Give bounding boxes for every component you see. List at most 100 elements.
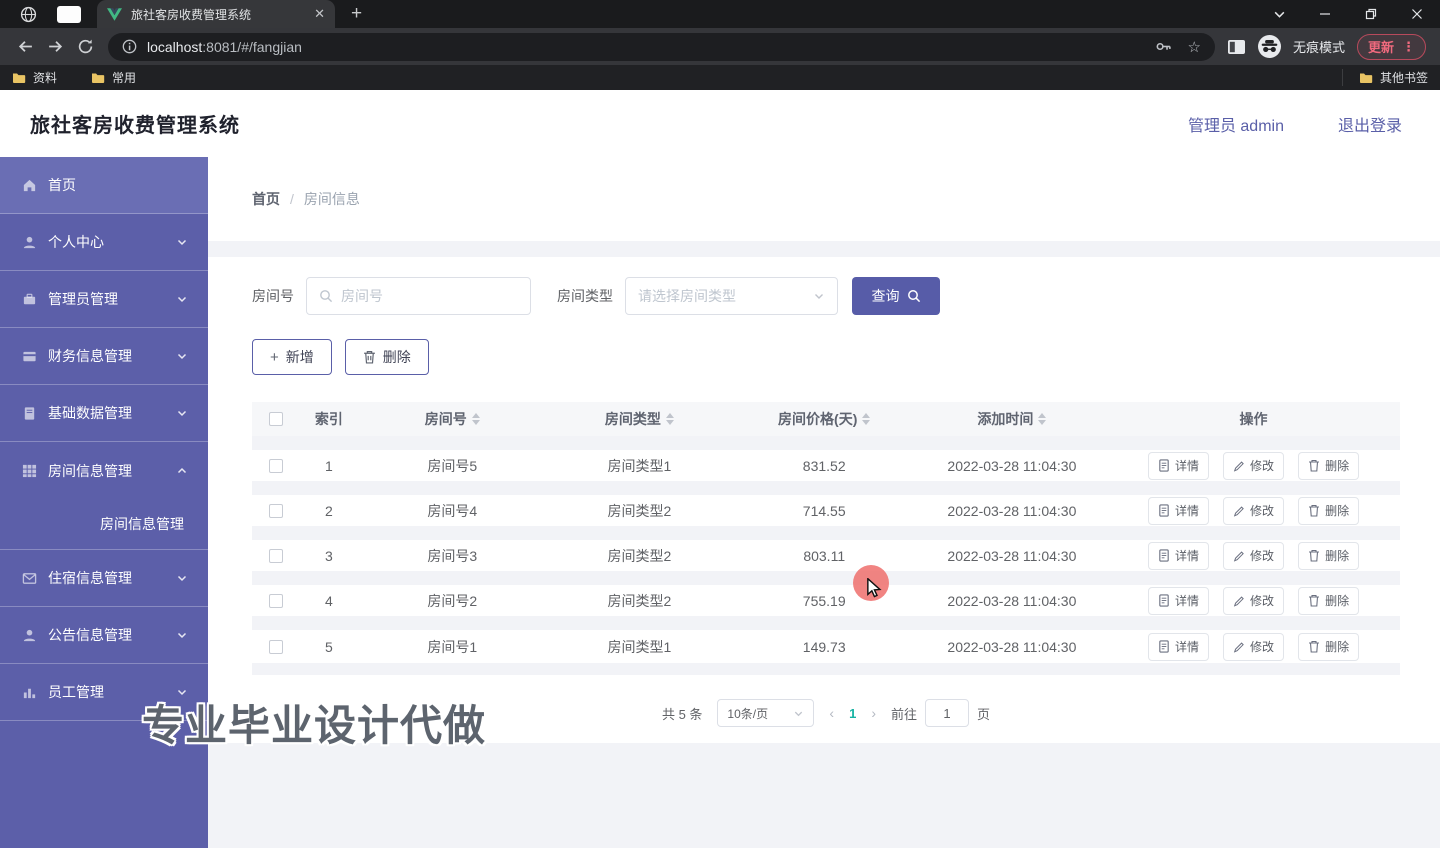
column-header-1[interactable]: 房间号 <box>358 409 547 429</box>
add-button[interactable]: + 新增 <box>252 339 332 375</box>
cell-actions: 详情 修改 删除 <box>1107 586 1400 615</box>
row-checkbox[interactable] <box>269 639 284 654</box>
sort-caret-icon[interactable] <box>665 413 674 425</box>
table-header-row: 索引 房间号 房间类型 房间价格(天) 添加时间 操作 <box>252 402 1400 450</box>
row-删除-button[interactable]: 删除 <box>1298 541 1360 570</box>
sidebar-subitem-5-0[interactable]: 房间信息管理 <box>0 499 208 550</box>
forward-icon[interactable] <box>40 32 70 62</box>
cell-room: 房间号1 <box>427 638 478 655</box>
active-tab[interactable]: 旅社客房收费管理系统 ✕ <box>97 0 335 28</box>
pinned-tab-thumbnail[interactable] <box>57 5 81 23</box>
room-type-select[interactable]: 请选择房间类型 <box>625 277 838 315</box>
row-详情-button[interactable]: 详情 <box>1148 496 1210 525</box>
row-详情-button[interactable]: 详情 <box>1148 586 1210 615</box>
watermark-text: 专业毕业设计代做 <box>142 702 487 749</box>
tab-close-icon[interactable]: ✕ <box>314 6 325 22</box>
row-修改-button[interactable]: 修改 <box>1223 632 1285 661</box>
briefcase-icon <box>22 292 38 307</box>
kebab-menu-icon[interactable]: ⋮ <box>1402 39 1415 55</box>
window-restore-button[interactable] <box>1348 0 1394 28</box>
window-close-button[interactable] <box>1394 0 1440 28</box>
row-修改-button[interactable]: 修改 <box>1223 541 1285 570</box>
cell-type: 房间类型2 <box>607 502 672 519</box>
sidebar-item-3[interactable]: 财务信息管理 <box>0 328 208 385</box>
search-icon <box>319 289 333 303</box>
back-icon[interactable] <box>10 32 40 62</box>
select-all-checkbox[interactable] <box>269 412 284 426</box>
sidebar-item-5[interactable]: 房间信息管理 <box>0 442 208 499</box>
total-count: 共 5 条 <box>661 706 703 722</box>
sidebar-item-7[interactable]: 公告信息管理 <box>0 607 208 664</box>
reload-icon[interactable] <box>70 32 100 62</box>
sort-caret-icon[interactable] <box>1038 413 1047 425</box>
edit-icon <box>1233 641 1245 653</box>
cell-price: 714.55 <box>802 502 846 519</box>
update-button[interactable]: 更新 ⋮ <box>1356 33 1426 60</box>
column-header-2[interactable]: 房间类型 <box>547 409 732 429</box>
notebook-icon <box>22 406 38 421</box>
sort-caret-icon[interactable] <box>862 413 871 425</box>
row-checkbox[interactable] <box>269 503 284 518</box>
next-page-button[interactable]: › <box>871 705 876 721</box>
other-bookmarks[interactable]: 其他书签 <box>1341 69 1428 86</box>
filter-row: 房间号 房间号 房间类型 请选择房间类型 查询 <box>252 277 1400 315</box>
row-删除-button[interactable]: 删除 <box>1298 632 1360 661</box>
delete-button[interactable]: 删除 <box>344 339 429 375</box>
sidebar-item-1[interactable]: 个人中心 <box>0 214 208 271</box>
window-chevron-icon[interactable] <box>1256 0 1302 28</box>
sidebar-item-label: 管理员管理 <box>48 291 118 307</box>
chevron-down-icon <box>176 629 188 641</box>
new-tab-button[interactable]: + <box>351 3 362 25</box>
row-详情-button[interactable]: 详情 <box>1148 632 1210 661</box>
column-header-0: 索引 <box>314 411 343 427</box>
sidebar-item-4[interactable]: 基础数据管理 <box>0 385 208 442</box>
sidebar-item-2[interactable]: 管理员管理 <box>0 271 208 328</box>
vue-logo-icon <box>107 7 122 21</box>
row-checkbox[interactable] <box>269 458 284 473</box>
page-size-select[interactable]: 10条/页 <box>717 699 815 727</box>
goto-label: 前往 <box>891 706 918 722</box>
row-删除-button[interactable]: 删除 <box>1298 586 1360 615</box>
bank-card-icon <box>22 349 38 364</box>
current-page[interactable]: 1 <box>849 706 856 721</box>
bookmark-folder-1[interactable]: 资料 <box>12 69 57 86</box>
sidebar-item-0[interactable]: 首页 <box>0 157 208 214</box>
row-checkbox[interactable] <box>269 593 284 608</box>
window-minimize-button[interactable] <box>1302 0 1348 28</box>
app-header: 旅社客房收费管理系统 管理员 admin 退出登录 <box>0 90 1440 157</box>
search-button[interactable]: 查询 <box>852 277 940 315</box>
row-详情-button[interactable]: 详情 <box>1148 541 1210 570</box>
sort-caret-icon[interactable] <box>471 413 480 425</box>
magnifier-icon <box>907 289 921 303</box>
cell-type: 房间类型1 <box>607 638 672 655</box>
prev-page-button[interactable]: ‹ <box>829 705 834 721</box>
row-修改-button[interactable]: 修改 <box>1223 451 1285 480</box>
column-header-4[interactable]: 添加时间 <box>917 409 1108 429</box>
breadcrumb-home[interactable]: 首页 <box>252 189 280 209</box>
side-panel-icon[interactable] <box>1227 39 1246 55</box>
cell-price: 831.52 <box>802 457 846 474</box>
room-number-input[interactable]: 房间号 <box>306 277 531 315</box>
browser-profile-globe-icon[interactable] <box>20 6 37 23</box>
column-header-3[interactable]: 房间价格(天) <box>732 409 917 429</box>
sidebar-item-6[interactable]: 住宿信息管理 <box>0 550 208 607</box>
goto-page-input[interactable] <box>925 699 970 727</box>
bookmarks-bar: 资料 常用 其他书签 <box>0 65 1440 90</box>
row-详情-button[interactable]: 详情 <box>1148 451 1210 480</box>
envelope-icon <box>22 571 38 586</box>
bookmark-star-icon[interactable]: ☆ <box>1188 38 1201 56</box>
row-删除-button[interactable]: 删除 <box>1298 496 1360 525</box>
row-修改-button[interactable]: 修改 <box>1223 586 1285 615</box>
site-info-icon[interactable] <box>122 39 137 54</box>
rooms-table: 索引 房间号 房间类型 房间价格(天) 添加时间 操作 1 房间号5 房间类型1 831.52 2… <box>252 402 1400 675</box>
cell-time: 2022-03-28 11:04:30 <box>947 638 1077 655</box>
row-修改-button[interactable]: 修改 <box>1223 496 1285 525</box>
password-key-icon[interactable] <box>1155 38 1172 55</box>
row-checkbox[interactable] <box>269 548 284 563</box>
address-bar[interactable]: localhost:8081/#/fangjian ☆ <box>108 32 1215 61</box>
logout-link[interactable]: 退出登录 <box>1338 112 1402 136</box>
trash-icon <box>1308 459 1320 472</box>
row-删除-button[interactable]: 删除 <box>1298 451 1360 480</box>
sidebar-item-label: 房间信息管理 <box>48 462 132 479</box>
bookmark-folder-2[interactable]: 常用 <box>91 69 136 86</box>
